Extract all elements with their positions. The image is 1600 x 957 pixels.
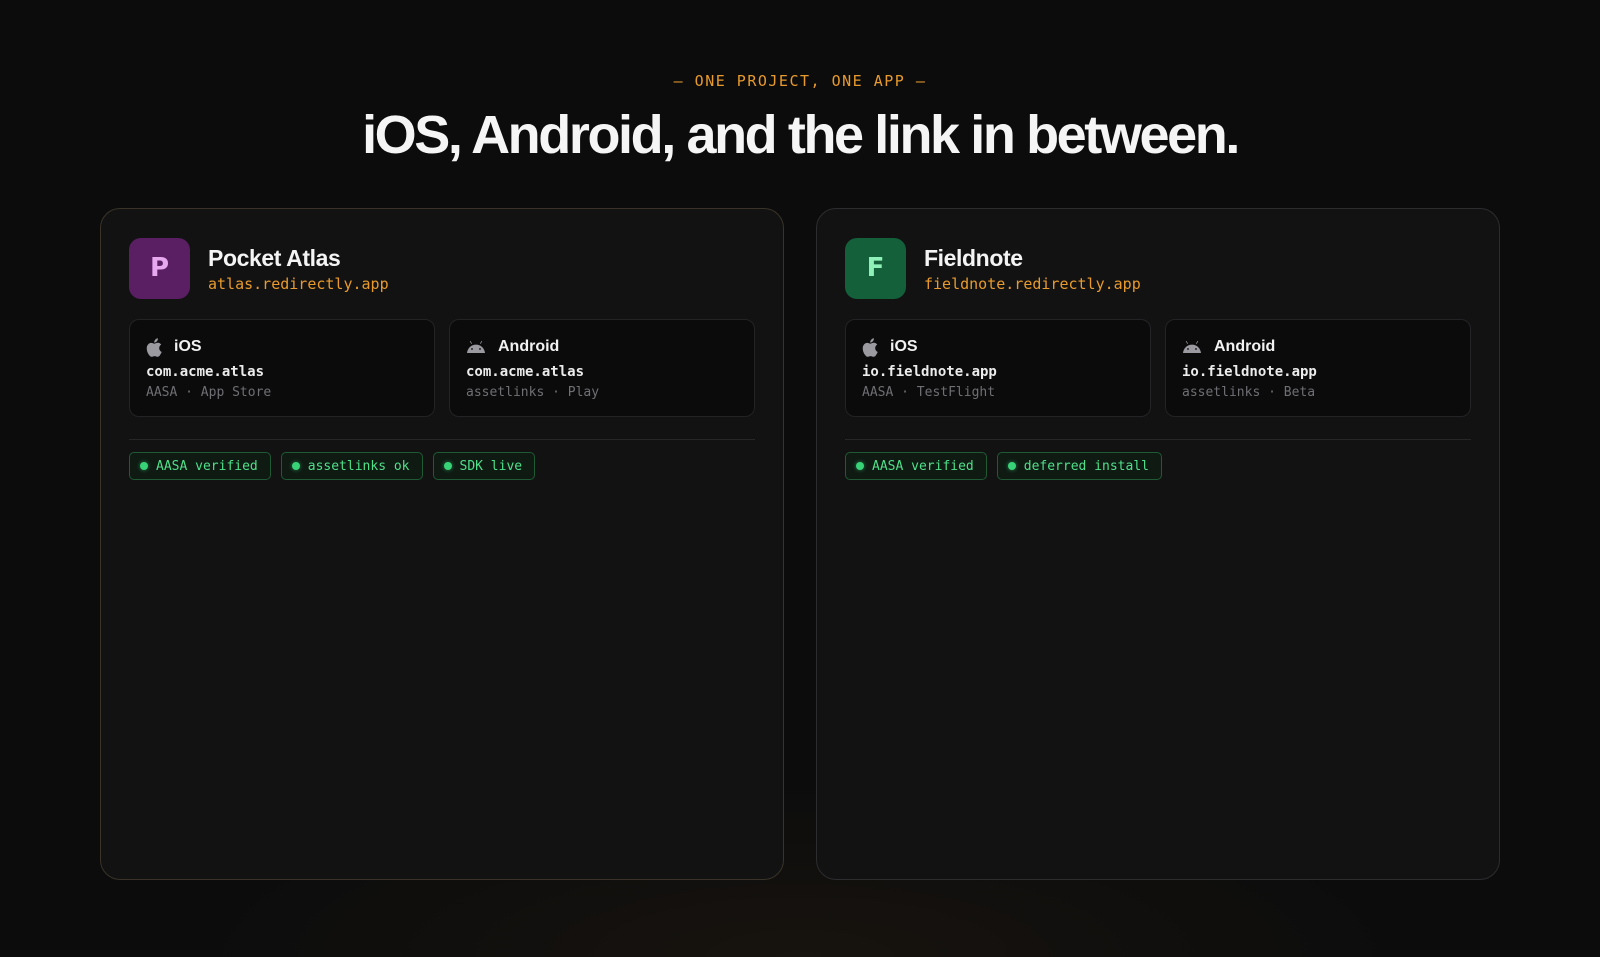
apple-icon: [862, 337, 878, 357]
bundle-id: io.fieldnote.app: [862, 364, 997, 380]
platform-card-ios[interactable]: iOS io.fieldnote.app AASA · TestFlight: [845, 319, 1151, 417]
status-badges: AASA verified deferred install: [845, 452, 1471, 480]
project-card-fieldnote[interactable]: F Fieldnote fieldnote.redirectly.app iOS…: [816, 208, 1500, 880]
bundle-id: com.acme.atlas: [466, 364, 585, 380]
badge-label: SDK live: [459, 458, 523, 474]
platform-subtitle: assetlinks · Beta: [1182, 385, 1316, 400]
badge-label: AASA verified: [872, 458, 974, 474]
badge-label: deferred install: [1023, 458, 1149, 474]
app-icon: P: [129, 237, 190, 299]
app-name: Pocket Atlas: [208, 244, 341, 271]
app-name: Fieldnote: [924, 244, 1023, 271]
divider: [129, 439, 755, 440]
project-card-pocket-atlas[interactable]: P Pocket Atlas atlas.redirectly.app iOS …: [100, 208, 784, 880]
project-header: P Pocket Atlas atlas.redirectly.app: [129, 237, 755, 299]
platform-subtitle: AASA · App Store: [146, 385, 272, 400]
status-badges: AASA verified assetlinks ok SDK live: [129, 452, 755, 480]
platform-card-android[interactable]: Android io.fieldnote.app assetlinks · Be…: [1165, 319, 1471, 417]
bundle-id: com.acme.atlas: [146, 364, 265, 380]
android-icon: [466, 341, 486, 353]
status-badge: AASA verified: [129, 452, 271, 480]
section-eyebrow: — ONE PROJECT, ONE APP —: [673, 72, 927, 90]
status-dot-icon: [856, 462, 864, 470]
platform-label: Android: [498, 338, 560, 355]
platform-label: iOS: [174, 338, 202, 355]
project-header: F Fieldnote fieldnote.redirectly.app: [845, 237, 1471, 299]
badge-label: AASA verified: [156, 458, 258, 474]
badge-label: assetlinks ok: [307, 458, 410, 474]
platform-subtitle: AASA · TestFlight: [862, 385, 996, 400]
android-icon: [1182, 341, 1202, 353]
app-domain[interactable]: atlas.redirectly.app: [208, 275, 389, 293]
page-title: iOS, Android, and the link in between.: [362, 105, 1240, 165]
status-badge: SDK live: [432, 452, 536, 480]
apple-icon: [146, 337, 162, 357]
divider: [845, 439, 1471, 440]
platform-subtitle: assetlinks · Play: [466, 385, 600, 400]
platform-card-ios[interactable]: iOS com.acme.atlas AASA · App Store: [129, 319, 435, 417]
status-dot-icon: [1007, 462, 1016, 470]
status-badge: AASA verified: [845, 452, 987, 480]
platform-label: iOS: [890, 338, 918, 355]
status-badge: deferred install: [996, 452, 1162, 480]
platform-card-android[interactable]: Android com.acme.atlas assetlinks · Play: [449, 319, 755, 417]
status-dot-icon: [443, 462, 452, 470]
status-badge: assetlinks ok: [280, 452, 423, 480]
app-domain[interactable]: fieldnote.redirectly.app: [924, 275, 1141, 293]
platform-label: Android: [1214, 338, 1276, 355]
bundle-id: io.fieldnote.app: [1182, 364, 1317, 380]
status-dot-icon: [291, 462, 300, 470]
app-icon: F: [845, 237, 906, 299]
status-dot-icon: [140, 462, 148, 470]
